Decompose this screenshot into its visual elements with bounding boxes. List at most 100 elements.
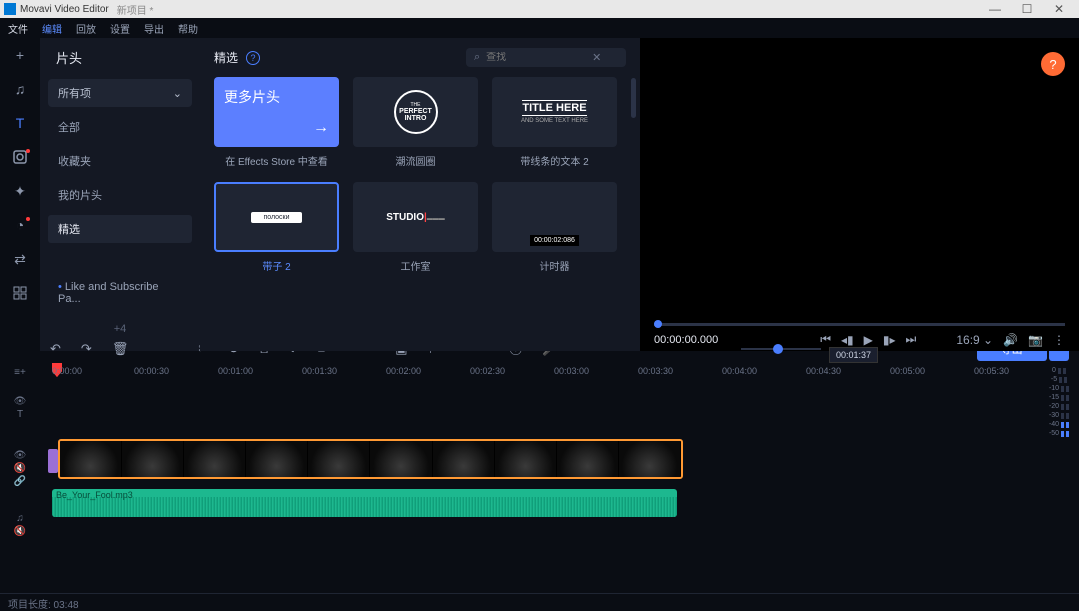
sidebar-item-like-subscribe[interactable]: Like and Subscribe Pa... xyxy=(48,275,192,311)
titles-icon[interactable]: T xyxy=(11,114,29,132)
window-maximize-button[interactable]: ☐ xyxy=(1011,2,1043,16)
preview-controls: 00:00:00.000 ⏮ ◂▮ 00:01:37 ▶ ▮▸ ⏭ 16:9 ⌄… xyxy=(640,323,1079,347)
sidebar-item-my-intros[interactable]: 我的片头 xyxy=(48,181,192,209)
window-close-button[interactable]: ✕ xyxy=(1043,2,1075,16)
marker-lane[interactable] xyxy=(40,383,1039,391)
audio-track-header[interactable]: ♫ 🔇 xyxy=(14,513,26,537)
transition-marker[interactable] xyxy=(48,449,58,473)
intro-card-studio[interactable]: STUDIO|▬▬▬ 工作室 xyxy=(353,182,478,273)
info-icon[interactable]: ? xyxy=(246,51,260,65)
intro-card-more[interactable]: 更多片头 → 在 Effects Store 中查看 xyxy=(214,77,339,168)
title-track[interactable] xyxy=(40,395,1039,435)
prev-frame-button[interactable]: ⏮ xyxy=(820,332,831,347)
add-icon[interactable]: + xyxy=(11,46,29,64)
intros-heading: 精选 xyxy=(214,49,238,66)
timeline-tracks[interactable]: 0:00:00 00:00:30 00:01:00 00:01:30 00:02… xyxy=(40,363,1039,593)
ruler-tick: 00:05:00 xyxy=(890,366,925,376)
next-frame-button[interactable]: ⏭ xyxy=(906,332,917,347)
mute-icon[interactable]: 🔇 xyxy=(14,463,26,474)
arrow-right-icon: → xyxy=(313,119,329,137)
intro-thumb: 00:00:02:086 xyxy=(492,182,617,252)
eye-icon[interactable]: 👁 xyxy=(14,396,27,407)
menu-edit[interactable]: 编辑 xyxy=(42,21,62,36)
intro-card-timer[interactable]: 00:00:02:086 计时器 xyxy=(492,182,617,273)
intro-card-title[interactable]: TITLE HERE AND SOME TEXT HERE 带线条的文本 2 xyxy=(492,77,617,168)
undo-button[interactable]: ↶ xyxy=(50,341,61,357)
step-fwd-button[interactable]: ▮▸ xyxy=(883,333,896,347)
window-minimize-button[interactable]: — xyxy=(979,2,1011,16)
audio-clip[interactable]: Be_Your_Fool.mp3 xyxy=(52,489,677,517)
menu-export[interactable]: 导出 xyxy=(144,21,164,36)
intro-label: 计时器 xyxy=(540,258,570,273)
ruler-tick: 00:04:00 xyxy=(722,366,757,376)
eye-icon[interactable]: 👁 xyxy=(14,450,27,461)
transitions-icon[interactable]: ◔ xyxy=(11,216,29,234)
meter-label: -30 xyxy=(1049,412,1059,419)
title-track-header[interactable]: 👁 T xyxy=(14,396,27,420)
video-track-header[interactable]: 👁 🔇 🔗 xyxy=(14,450,27,487)
search-input[interactable] xyxy=(486,52,586,63)
menu-file[interactable]: 文件 xyxy=(8,21,28,36)
intro-label: 潮流圆圈 xyxy=(396,153,436,168)
step-back-button[interactable]: ◂▮ 00:01:37 xyxy=(841,333,854,347)
app-name: Movavi Video Editor xyxy=(20,4,109,15)
meter-label: -20 xyxy=(1049,403,1059,410)
zoom-slider[interactable] xyxy=(741,348,821,350)
delete-button[interactable]: 🗑 xyxy=(112,341,129,357)
ruler-tick: 00:05:30 xyxy=(974,366,1009,376)
sidebar-item-all[interactable]: 全部 xyxy=(48,113,192,141)
help-button[interactable]: ? xyxy=(1041,52,1065,76)
category-dropdown[interactable]: 所有项 ⌄ xyxy=(48,79,192,107)
ruler-tick: 0:00:00 xyxy=(52,366,82,376)
clear-search-icon[interactable]: ✕ xyxy=(592,51,601,64)
mute-icon[interactable]: 🔇 xyxy=(14,526,26,537)
status-bar: 项目长度: 03:48 xyxy=(0,593,1079,611)
volume-icon[interactable]: 🔊 xyxy=(1003,333,1018,347)
thumb-subtitle: AND SOME TEXT HERE xyxy=(521,118,588,124)
play-button[interactable]: ▶ xyxy=(864,333,873,347)
ruler-tick: 00:04:30 xyxy=(806,366,841,376)
stickers-icon[interactable] xyxy=(11,148,29,166)
snapshot-icon[interactable]: 📷 xyxy=(1028,333,1043,347)
intro-card-circle[interactable]: THE PERFECT INTRO 潮流圆圈 xyxy=(353,77,478,168)
menu-help[interactable]: 帮助 xyxy=(178,21,198,36)
intro-label: 工作室 xyxy=(401,258,431,273)
link-icon[interactable]: 🔗 xyxy=(14,476,26,487)
thumb-text: 更多片头 xyxy=(224,87,280,107)
ruler-tick: 00:02:00 xyxy=(386,366,421,376)
sidebar-item-favorites[interactable]: 收藏夹 xyxy=(48,147,192,175)
video-track[interactable] xyxy=(40,439,1039,481)
panel-scrollbar[interactable] xyxy=(631,78,636,118)
preview-seekbar[interactable] xyxy=(654,323,1065,326)
aspect-ratio-button[interactable]: 16:9 ⌄ xyxy=(956,333,993,347)
audio-clip-label: Be_Your_Fool.mp3 xyxy=(56,490,133,500)
intro-card-ribbon[interactable]: полоски 带子 2 xyxy=(214,182,339,273)
search-box[interactable]: ⌕ ✕ xyxy=(466,48,626,67)
app-logo-icon xyxy=(4,3,16,15)
effects-icon[interactable]: ✦ xyxy=(11,182,29,200)
ruler-tick: 00:03:00 xyxy=(554,366,589,376)
redo-button[interactable]: ↷ xyxy=(81,341,92,357)
menu-playback[interactable]: 回放 xyxy=(76,21,96,36)
sidebar-item-featured[interactable]: 精选 xyxy=(48,215,192,243)
ruler-tick: 00:02:30 xyxy=(470,366,505,376)
studio-text: STUDIO|▬▬▬ xyxy=(386,212,445,223)
sidebar-item-more[interactable]: +4 xyxy=(48,317,192,341)
intro-thumb: полоски xyxy=(214,182,339,252)
audio-track[interactable]: Be_Your_Fool.mp3 xyxy=(40,489,1039,521)
seekbar-handle[interactable] xyxy=(654,320,662,328)
thumb-title: TITLE HERE xyxy=(522,100,586,116)
zoom-knob[interactable] xyxy=(773,344,783,354)
timeline-ruler[interactable]: 0:00:00 00:00:30 00:01:00 00:01:30 00:02… xyxy=(40,363,1039,383)
ruler-tick: 00:03:30 xyxy=(638,366,673,376)
intro-label: 在 Effects Store 中查看 xyxy=(225,153,328,168)
video-clip[interactable] xyxy=(58,439,683,479)
preview-menu-icon[interactable]: ⋮ xyxy=(1053,333,1065,347)
music-icon[interactable]: ♫ xyxy=(11,80,29,98)
left-rail: + ♫ T ✦ ◔ ⇄ xyxy=(0,38,40,351)
more-icon[interactable] xyxy=(11,284,29,302)
seek-tooltip: 00:01:37 xyxy=(829,347,878,363)
menu-settings[interactable]: 设置 xyxy=(110,21,130,36)
element-icon[interactable]: ⇄ xyxy=(11,250,29,268)
add-track-button[interactable]: ≡+ xyxy=(14,367,26,378)
